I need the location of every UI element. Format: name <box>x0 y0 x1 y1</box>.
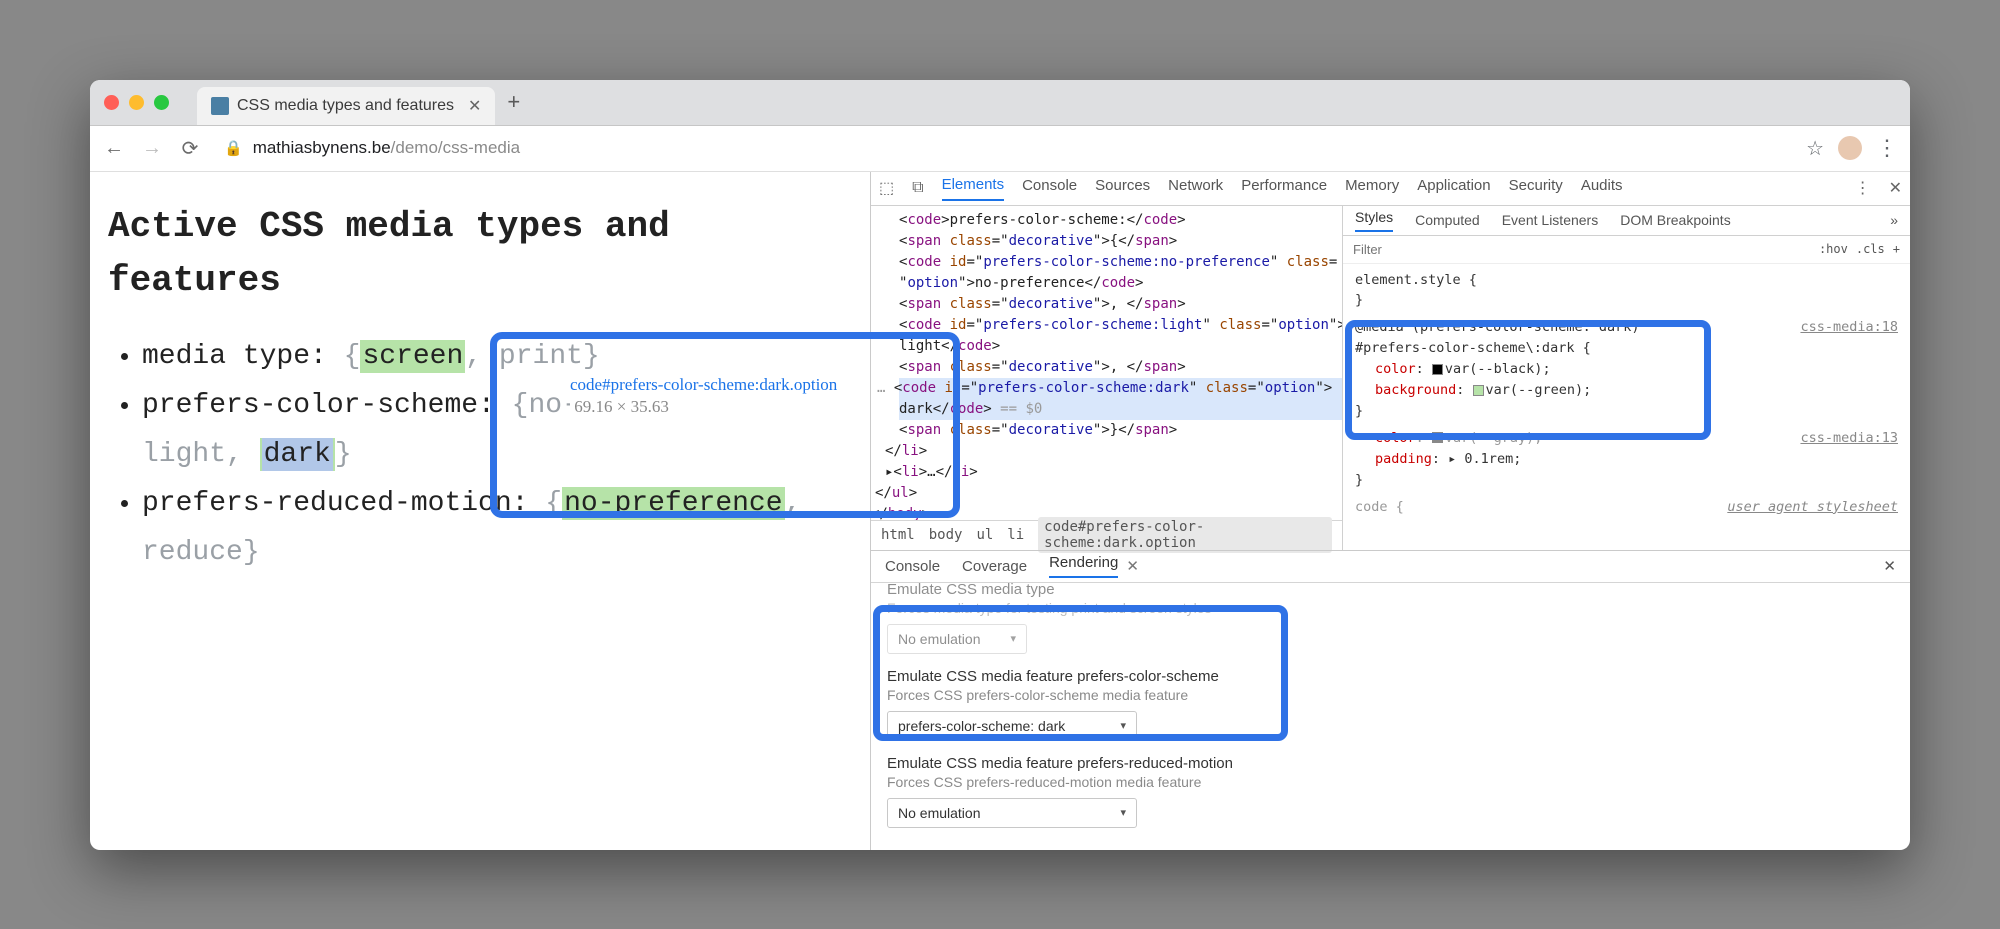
media-list: media type: {screen, print} prefers-colo… <box>108 332 852 577</box>
kebab-menu-icon[interactable]: ⋮ <box>1876 135 1898 161</box>
drawer-tab-close-icon[interactable]: ✕ <box>1126 557 1139 575</box>
breadcrumb[interactable]: html body ul li code#prefers-color-schem… <box>871 520 1342 550</box>
close-window-button[interactable] <box>104 95 119 110</box>
devtools: ⬚ ⧉ Elements Console Sources Network Per… <box>870 172 1910 850</box>
drawer-close-icon[interactable]: ✕ <box>1883 557 1896 575</box>
tab-audits[interactable]: Audits <box>1581 177 1623 200</box>
tab-sources[interactable]: Sources <box>1095 177 1150 200</box>
toolbar: ← → ⟳ 🔒 mathiasbynens.be/demo/css-media … <box>90 126 1910 172</box>
css-rules[interactable]: element.style { } css-media:18 @media (p… <box>1343 264 1910 550</box>
annotation-highlight <box>1345 320 1711 440</box>
styles-tabs: Styles Computed Event Listeners DOM Brea… <box>1343 206 1910 236</box>
tab-strip: CSS media types and features ✕ + <box>197 80 520 125</box>
tab-styles[interactable]: Styles <box>1355 209 1393 232</box>
source-link[interactable]: css-media:13 <box>1800 428 1898 449</box>
hov-toggle[interactable]: :hov <box>1819 242 1848 256</box>
close-tab-icon[interactable]: ✕ <box>468 96 481 116</box>
forward-button[interactable]: → <box>140 137 164 160</box>
reload-button[interactable]: ⟳ <box>178 136 202 161</box>
drawer-tabs: Console Coverage Rendering ✕ ✕ <box>871 551 1910 583</box>
content-area: Active CSS media types and features medi… <box>90 172 1910 850</box>
url-path: /demo/css-media <box>391 138 520 157</box>
browser-tab[interactable]: CSS media types and features ✕ <box>197 87 495 125</box>
ua-stylesheet-link: user agent stylesheet <box>1727 497 1898 518</box>
device-toolbar-icon[interactable]: ⧉ <box>912 179 923 197</box>
bookmark-icon[interactable]: ☆ <box>1806 136 1824 161</box>
lock-icon: 🔒 <box>224 139 243 157</box>
reduced-motion-select[interactable]: No emulation▾ <box>887 798 1137 828</box>
rendered-page: Active CSS media types and features medi… <box>90 172 870 850</box>
element-style-block: element.style { <box>1355 270 1898 291</box>
tab-security[interactable]: Security <box>1509 177 1563 200</box>
inspect-icon[interactable]: ⬚ <box>879 178 894 198</box>
annotation-highlight <box>873 605 1288 741</box>
drawer-tab-console[interactable]: Console <box>885 558 940 575</box>
rendering-panel: Emulate CSS media type Forces media type… <box>871 583 1910 850</box>
elements-panel: <code>prefers-color-scheme:</code> <span… <box>871 206 1343 550</box>
window-controls <box>104 95 169 110</box>
devtools-body: <code>prefers-color-scheme:</code> <span… <box>871 206 1910 550</box>
drawer-tab-coverage[interactable]: Coverage <box>962 558 1027 575</box>
tab-memory[interactable]: Memory <box>1345 177 1399 200</box>
tab-title: CSS media types and features <box>237 97 454 115</box>
list-item: prefers-reduced-motion: {no-preference, … <box>142 479 852 577</box>
tab-dom-breakpoints[interactable]: DOM Breakpoints <box>1620 212 1730 228</box>
source-link[interactable]: css-media:18 <box>1800 317 1898 338</box>
new-tab-button[interactable]: + <box>507 89 520 115</box>
back-button[interactable]: ← <box>102 137 126 160</box>
minimize-window-button[interactable] <box>129 95 144 110</box>
favicon <box>211 97 229 115</box>
cls-toggle[interactable]: .cls <box>1856 242 1885 256</box>
devtools-menu-icon[interactable]: ⋮ <box>1855 178 1871 198</box>
more-tabs-icon[interactable]: » <box>1890 212 1898 228</box>
devtools-close-icon[interactable]: ✕ <box>1889 178 1902 198</box>
profile-avatar[interactable] <box>1838 136 1862 160</box>
drawer-tab-rendering[interactable]: Rendering <box>1049 554 1118 578</box>
devtools-tabs: ⬚ ⧉ Elements Console Sources Network Per… <box>871 172 1910 206</box>
page-heading: Active CSS media types and features <box>108 200 852 308</box>
tab-performance[interactable]: Performance <box>1241 177 1327 200</box>
devtools-drawer: Console Coverage Rendering ✕ ✕ Emulate C… <box>871 550 1910 850</box>
inspect-tooltip: code#prefers-color-scheme:dark.option 69… <box>570 374 870 418</box>
address-bar[interactable]: 🔒 mathiasbynens.be/demo/css-media <box>216 138 1792 158</box>
tab-computed[interactable]: Computed <box>1415 212 1480 228</box>
dom-tree[interactable]: <code>prefers-color-scheme:</code> <span… <box>871 206 1342 520</box>
tab-network[interactable]: Network <box>1168 177 1223 200</box>
new-rule-button[interactable]: + <box>1893 242 1900 256</box>
maximize-window-button[interactable] <box>154 95 169 110</box>
browser-window: CSS media types and features ✕ + ← → ⟳ 🔒… <box>90 80 1910 850</box>
styles-panel: Styles Computed Event Listeners DOM Brea… <box>1343 206 1910 550</box>
tab-application[interactable]: Application <box>1417 177 1490 200</box>
tab-console[interactable]: Console <box>1022 177 1077 200</box>
url-host: mathiasbynens.be <box>253 138 391 157</box>
titlebar: CSS media types and features ✕ + <box>90 80 1910 126</box>
tab-event-listeners[interactable]: Event Listeners <box>1502 212 1599 228</box>
styles-filter-input[interactable] <box>1353 242 1811 257</box>
styles-filter-row: :hov .cls + <box>1343 236 1910 264</box>
tab-elements[interactable]: Elements <box>942 176 1005 201</box>
